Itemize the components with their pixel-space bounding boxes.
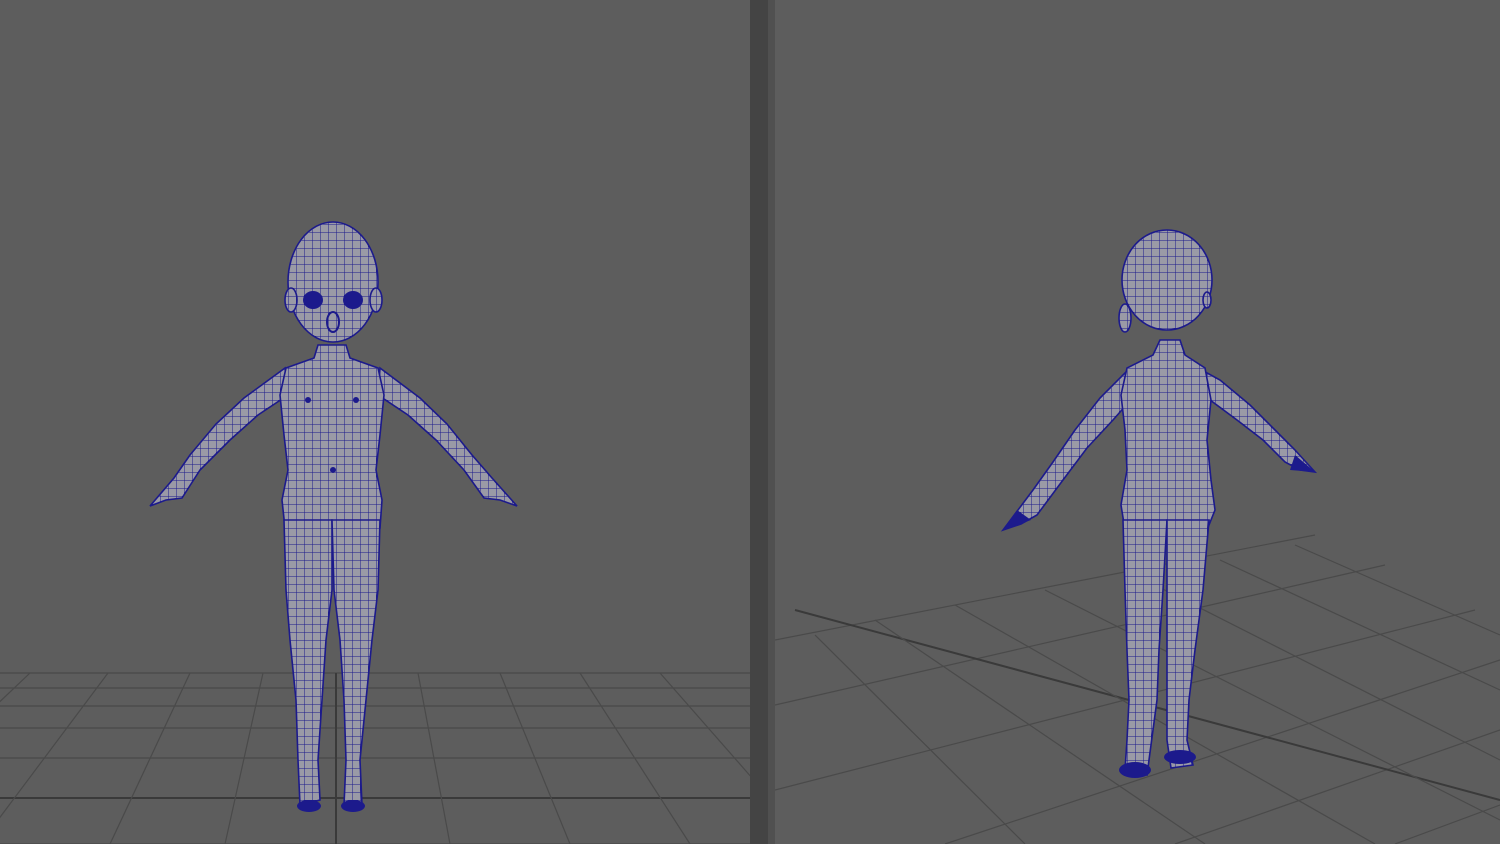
- ear-left: [284, 287, 298, 313]
- front-viewport-canvas[interactable]: [0, 0, 750, 844]
- ear-left: [1118, 303, 1132, 333]
- front-viewport[interactable]: [0, 0, 750, 844]
- ground-grid: [0, 672, 750, 844]
- head-back: [1121, 229, 1213, 331]
- leg-left: [1122, 519, 1168, 776]
- leg-right: [1166, 519, 1210, 769]
- torso: [279, 344, 385, 529]
- ear-right: [369, 287, 383, 313]
- arm-right: [377, 366, 518, 507]
- character-mesh-back[interactable]: [1000, 229, 1318, 776]
- ear-right: [1202, 291, 1212, 309]
- leg-left: [283, 519, 333, 807]
- arm-left: [149, 366, 289, 507]
- torso: [1120, 339, 1216, 531]
- head: [287, 221, 379, 343]
- viewport-layout: [0, 0, 1500, 844]
- perspective-viewport[interactable]: [775, 0, 1500, 844]
- viewport-splitter[interactable]: [750, 0, 775, 844]
- character-mesh-front[interactable]: [149, 221, 518, 807]
- leg-right: [331, 519, 381, 806]
- feet-front: [297, 800, 365, 812]
- arm-left: [1000, 366, 1136, 532]
- perspective-viewport-canvas[interactable]: [775, 0, 1500, 844]
